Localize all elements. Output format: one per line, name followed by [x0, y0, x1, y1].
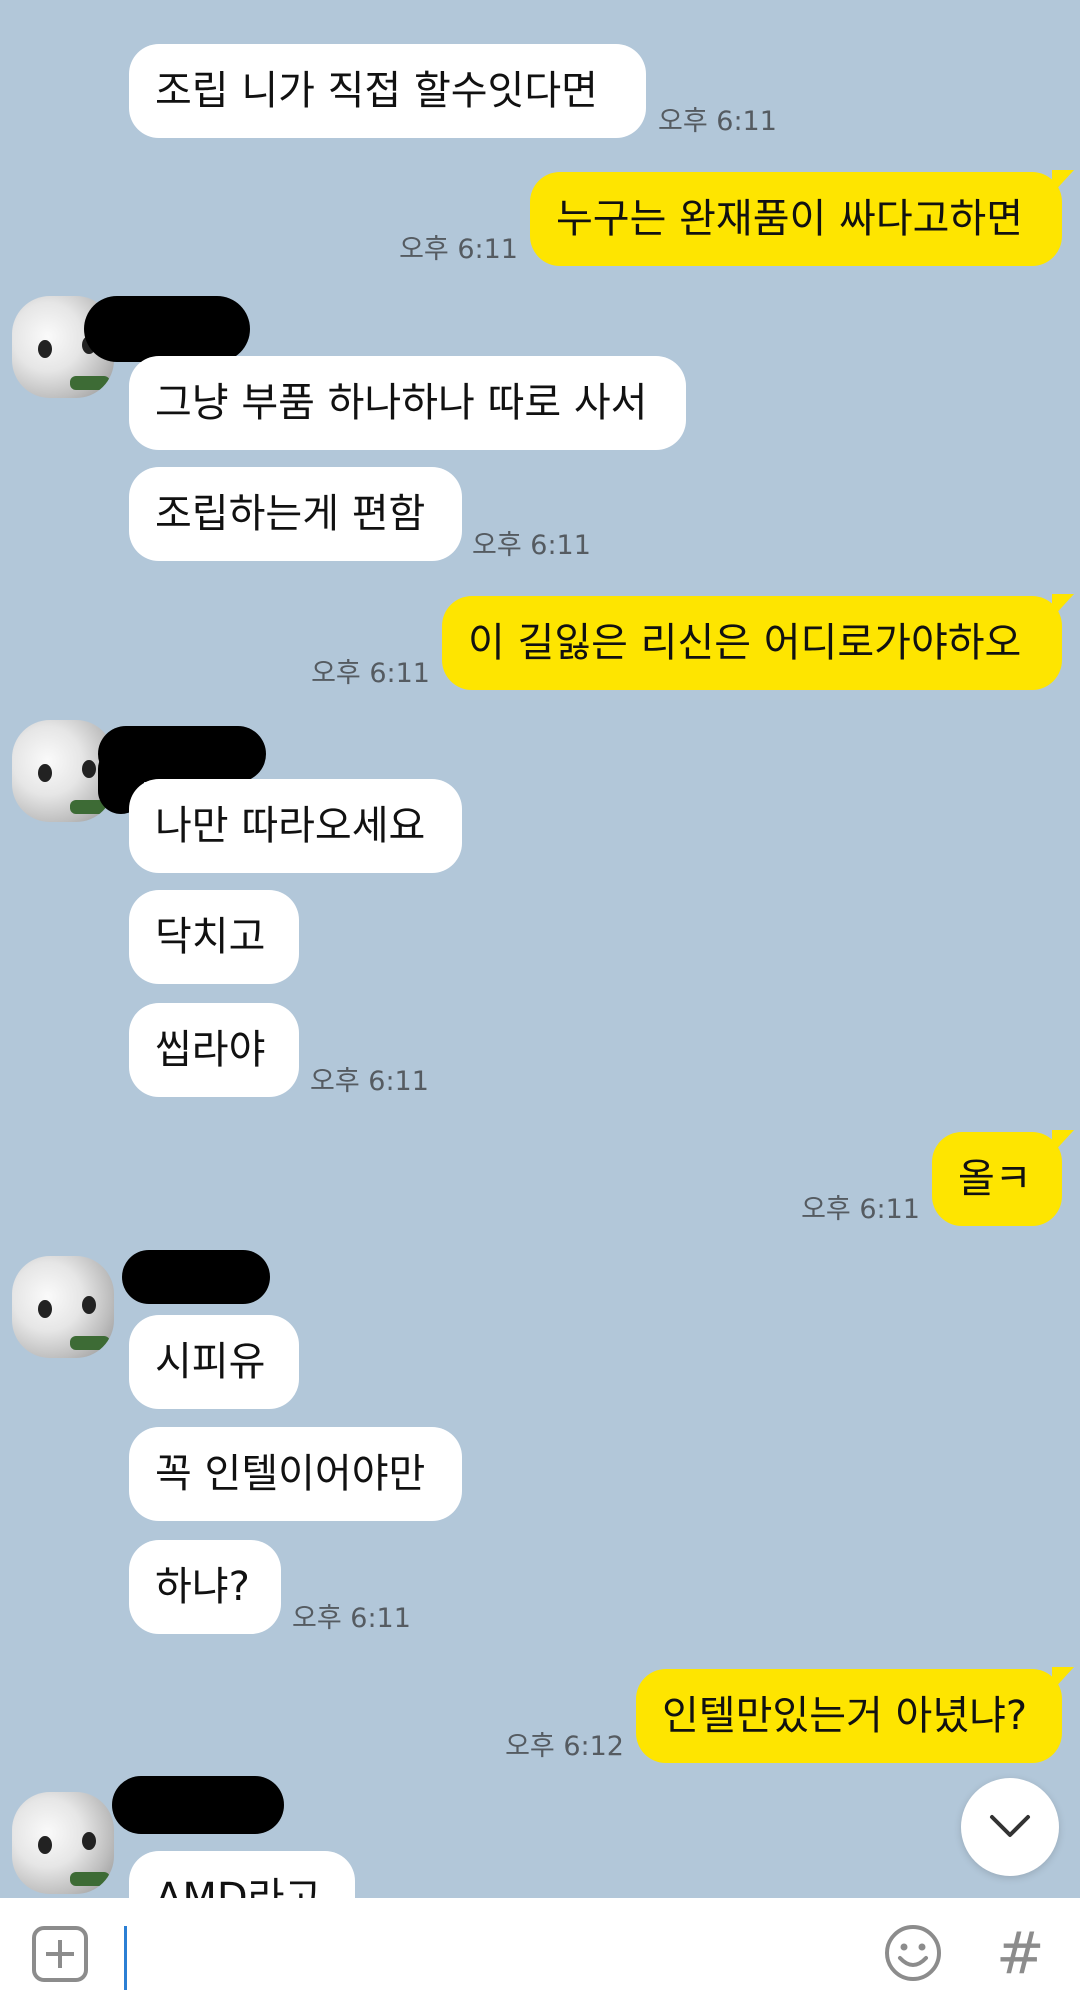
message-text: 인텔만있는거 아녔냐? [662, 1693, 1028, 1739]
message-text: 올ㅋ [958, 1156, 1032, 1202]
text-cursor [124, 1926, 127, 1990]
message-time: 오후 6:11 [310, 1066, 429, 1097]
bubble-tail [1052, 1130, 1074, 1154]
message-time: 오후 6:11 [399, 234, 518, 265]
outgoing-message-bubble[interactable]: 이 길잃은 리신은 어디로가야하오 [442, 594, 1074, 690]
scroll-to-bottom-button[interactable] [961, 1778, 1059, 1876]
incoming-message-bubble[interactable]: 씹라야 [129, 1003, 299, 1097]
message-time: 오후 6:12 [505, 1731, 624, 1762]
incoming-message-bubble[interactable]: 닥치고 [129, 890, 299, 984]
incoming-message-bubble[interactable]: 그냥 부품 하나하나 따로 사서 [129, 356, 686, 450]
incoming-message-bubble[interactable]: 조립 니가 직접 할수잇다면 [129, 44, 646, 138]
bubble-tail [1052, 170, 1074, 194]
message-time: 오후 6:11 [311, 658, 430, 689]
hash-icon[interactable]: # [996, 1918, 1045, 1988]
chat-area[interactable]: 조립 니가 직접 할수잇다면 오후 6:11 누구는 완재품이 싸다고하면 오후… [0, 0, 1080, 1898]
outgoing-message-bubble[interactable]: 올ㅋ [932, 1130, 1074, 1226]
redacted-sender-name [112, 1776, 284, 1834]
chevron-down-icon [990, 1815, 1030, 1837]
incoming-message-bubble[interactable]: 하냐? [129, 1540, 281, 1634]
message-time: 오후 6:11 [658, 106, 777, 137]
message-text: 이 길잃은 리신은 어디로가야하오 [468, 620, 1022, 666]
emoji-button[interactable] [884, 1924, 942, 1982]
bubble-tail [1052, 594, 1074, 618]
sender-avatar[interactable] [12, 1792, 114, 1894]
message-text: 누구는 완재품이 싸다고하면 [556, 196, 1024, 242]
incoming-message-bubble[interactable]: 조립하는게 편함 [129, 467, 462, 561]
incoming-message-bubble[interactable]: 나만 따라오세요 [129, 779, 462, 873]
bubble-tail [1052, 1667, 1074, 1691]
incoming-message-bubble[interactable]: AMD라고 [129, 1851, 355, 1898]
outgoing-message-bubble[interactable]: 인텔만있는거 아녔냐? [636, 1667, 1074, 1763]
message-time: 오후 6:11 [292, 1603, 411, 1634]
message-input-bar: # [0, 1898, 1080, 2011]
redacted-sender-name [84, 296, 250, 362]
outgoing-message-bubble[interactable]: 누구는 완재품이 싸다고하면 [530, 170, 1074, 266]
message-time: 오후 6:11 [472, 530, 591, 561]
attach-plus-icon[interactable] [32, 1926, 88, 1982]
message-input[interactable] [120, 1920, 864, 1992]
incoming-message-bubble[interactable]: 꼭 인텔이어야만 [129, 1427, 462, 1521]
smiley-icon [885, 1925, 941, 1981]
redacted-sender-name [122, 1250, 270, 1304]
sender-avatar[interactable] [12, 1256, 114, 1358]
message-time: 오후 6:11 [801, 1194, 920, 1225]
incoming-message-bubble[interactable]: 시피유 [129, 1315, 299, 1409]
